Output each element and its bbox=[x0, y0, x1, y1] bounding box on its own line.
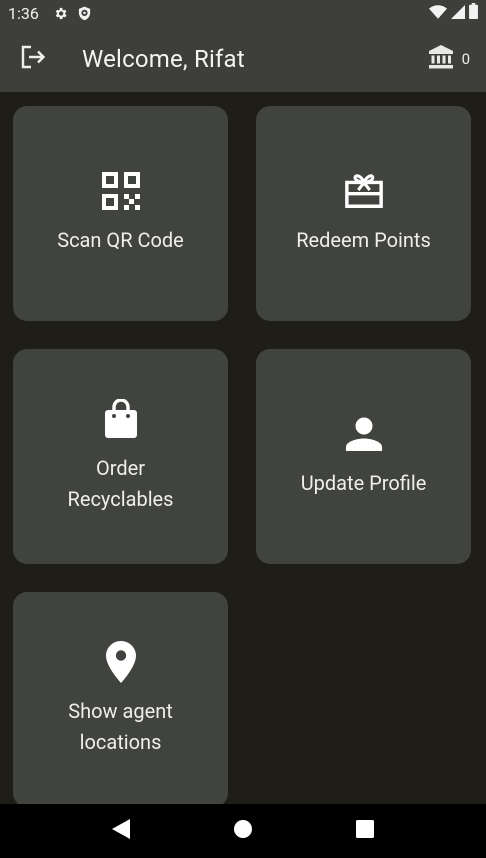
order-recyclables-tile[interactable]: Order Recyclables bbox=[13, 349, 228, 564]
scan-qr-code-tile[interactable]: Scan QR Code bbox=[13, 106, 228, 321]
person-icon bbox=[344, 414, 384, 454]
home-button[interactable] bbox=[223, 811, 263, 851]
logout-button[interactable] bbox=[16, 42, 50, 76]
app-bar: Welcome, Rifat 0 bbox=[0, 26, 486, 92]
shield-icon bbox=[78, 6, 91, 21]
status-time: 1:36 bbox=[8, 3, 39, 23]
battery-icon bbox=[469, 3, 478, 23]
logout-icon bbox=[20, 45, 46, 73]
home-icon bbox=[234, 820, 252, 842]
page-title: Welcome, Rifat bbox=[82, 45, 245, 73]
system-nav-bar bbox=[0, 804, 486, 858]
signal-icon bbox=[451, 4, 465, 23]
tile-label: Update Profile bbox=[300, 471, 427, 495]
action-grid: Scan QR Code Redeem Points Order Recycla… bbox=[0, 92, 486, 804]
points-balance[interactable]: 0 bbox=[428, 45, 470, 73]
balance-value: 0 bbox=[461, 50, 470, 68]
tile-label: Show agent locations bbox=[68, 698, 173, 754]
back-button[interactable] bbox=[101, 811, 141, 851]
shopping-bag-icon bbox=[101, 398, 141, 439]
tile-label: Order Recyclables bbox=[67, 455, 174, 511]
redeem-points-tile[interactable]: Redeem Points bbox=[256, 106, 471, 321]
update-profile-tile[interactable]: Update Profile bbox=[256, 349, 471, 564]
gift-card-icon bbox=[344, 171, 384, 211]
wifi-icon bbox=[429, 4, 447, 23]
qr-code-icon bbox=[101, 171, 141, 211]
recents-icon bbox=[356, 820, 374, 842]
status-bar: 1:36 bbox=[0, 0, 486, 26]
recents-button[interactable] bbox=[345, 811, 385, 851]
bank-icon bbox=[428, 45, 454, 73]
gear-icon bbox=[53, 6, 68, 21]
show-agent-locations-tile[interactable]: Show agent locations bbox=[13, 592, 228, 804]
location-pin-icon bbox=[101, 640, 141, 683]
tile-label: Scan QR Code bbox=[57, 228, 184, 252]
tile-label: Redeem Points bbox=[296, 228, 431, 252]
back-icon bbox=[112, 819, 130, 843]
